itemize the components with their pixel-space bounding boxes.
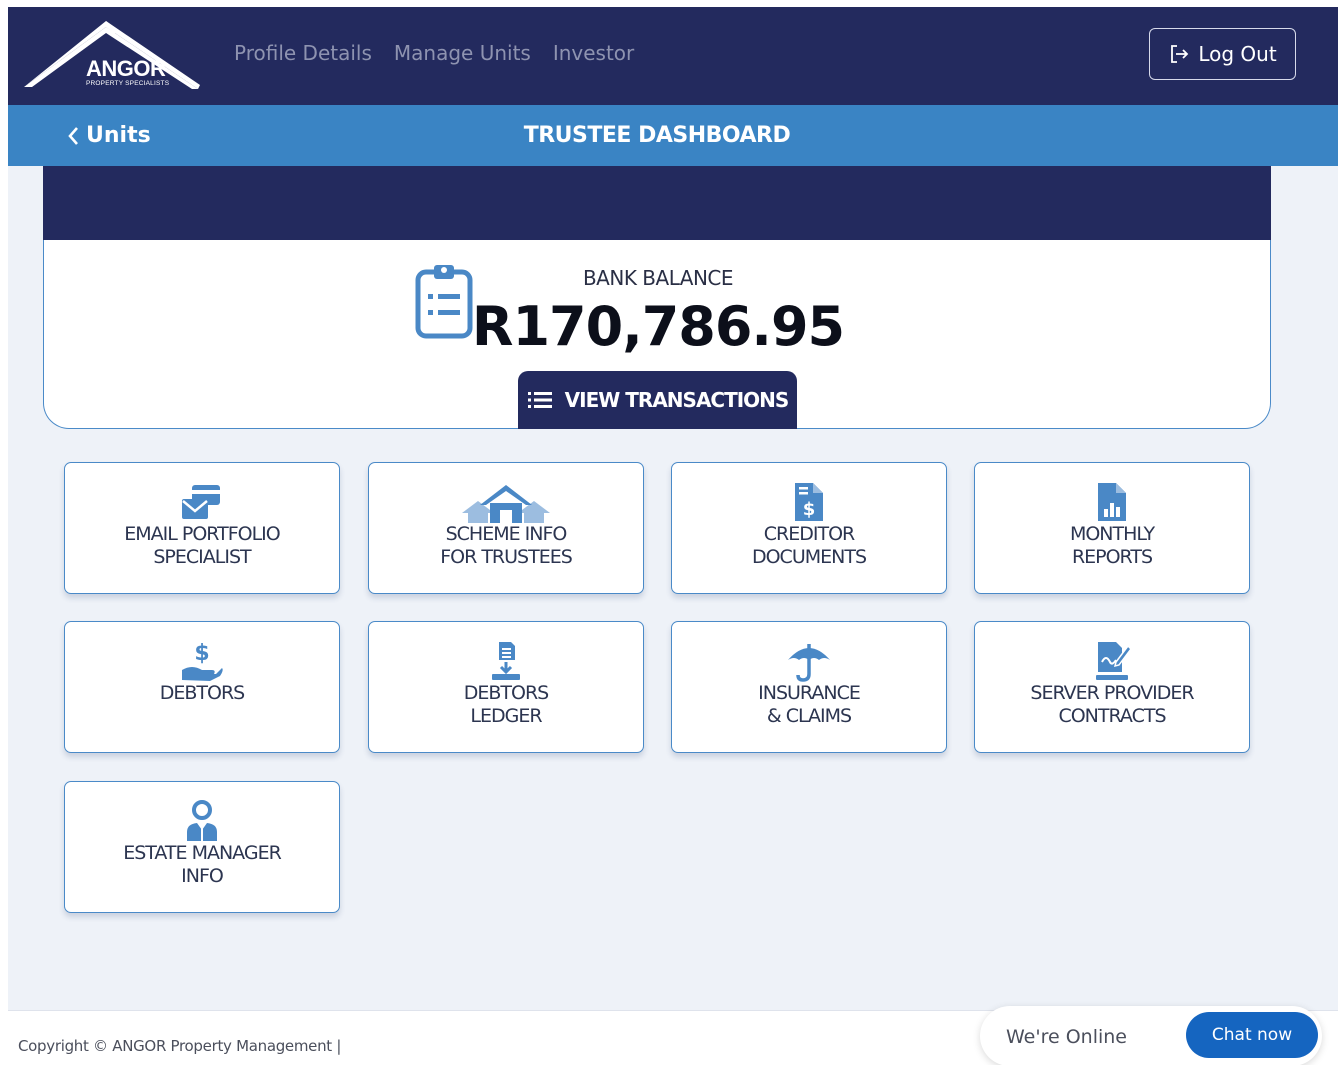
bank-balance-card: BANK BALANCE R170,786.95 VIEW TRANSACTIO…	[43, 240, 1271, 429]
tile-insurance-claims[interactable]: INSURANCE & CLAIMS	[671, 621, 947, 753]
top-navbar: ANGOR PROPERTY SPECIALISTS Profile Detai…	[8, 7, 1338, 105]
tile-label-line1: EMAIL PORTFOLIO	[124, 523, 281, 545]
svg-text:$: $	[803, 499, 816, 520]
tile-scheme-info-for-trustees[interactable]: SCHEME INFO FOR TRUSTEES	[368, 462, 644, 594]
view-transactions-button[interactable]: VIEW TRANSACTIONS	[518, 371, 797, 429]
main-nav: Profile Details Manage Units Investor	[234, 41, 634, 65]
logout-button[interactable]: Log Out	[1149, 28, 1296, 80]
tile-label-line2: SPECIALIST	[153, 546, 251, 568]
tile-debtors-ledger[interactable]: DEBTORS LEDGER	[368, 621, 644, 753]
contract-sign-icon	[1096, 642, 1132, 680]
tile-label-line1: INSURANCE	[758, 682, 861, 704]
sub-header: Units TRUSTEE DASHBOARD	[8, 105, 1338, 166]
logo-subtext: PROPERTY SPECIALISTS	[86, 80, 170, 87]
tile-label-line1: DEBTORS	[159, 682, 246, 704]
nav-manage-units[interactable]: Manage Units	[394, 41, 531, 65]
balance-card-band	[43, 166, 1271, 240]
tile-label-line1: CREDITOR	[763, 523, 855, 545]
umbrella-icon	[788, 644, 830, 682]
tile-label-line1: MONTHLY	[1069, 523, 1155, 545]
document-download-icon	[492, 642, 520, 680]
svg-text:$: $	[194, 641, 209, 666]
tile-label-line2: CONTRACTS	[1058, 705, 1166, 727]
tile-label-line1: SCHEME INFO	[445, 523, 568, 545]
tile-label-line2: LEDGER	[470, 705, 542, 727]
tile-label-line2: DOCUMENTS	[751, 546, 867, 568]
chart-document-icon	[1098, 483, 1126, 521]
tile-estate-manager-info[interactable]: ESTATE MANAGER INFO	[64, 781, 340, 913]
dollar-document-icon: $	[795, 483, 823, 521]
houses-icon	[462, 485, 550, 523]
tile-monthly-reports[interactable]: MONTHLY REPORTS	[974, 462, 1250, 594]
page-title: TRUSTEE DASHBOARD	[523, 123, 791, 148]
email-portfolio-icon	[182, 485, 220, 519]
list-icon	[527, 392, 552, 408]
nav-investor[interactable]: Investor	[553, 41, 634, 65]
tile-label-line1: DEBTORS	[463, 682, 550, 704]
tile-server-provider-contracts[interactable]: SERVER PROVIDER CONTRACTS	[974, 621, 1250, 753]
manager-person-icon	[187, 800, 217, 841]
live-chat-widget: We're Online Chat now	[980, 1006, 1322, 1065]
logo-text: ANGOR	[86, 56, 166, 81]
tile-label-line1: SERVER PROVIDER	[1030, 682, 1194, 704]
dashboard-page: ANGOR PROPERTY SPECIALISTS Profile Detai…	[8, 7, 1338, 1065]
tile-label-line1: ESTATE MANAGER	[123, 842, 282, 864]
logout-label: Log Out	[1198, 42, 1277, 66]
dollar-hand-icon: $	[182, 641, 223, 681]
chat-now-button[interactable]: Chat now	[1186, 1012, 1318, 1058]
angor-logo[interactable]: ANGOR PROPERTY SPECIALISTS	[22, 19, 204, 93]
bank-balance-label: BANK BALANCE	[582, 266, 734, 290]
copyright-text: Copyright © ANGOR Property Management |	[18, 1037, 342, 1055]
tile-label-line2: & CLAIMS	[766, 705, 852, 727]
tile-debtors[interactable]: $ DEBTORS	[64, 621, 340, 753]
logout-icon	[1171, 45, 1189, 63]
chat-status-text: We're Online	[1006, 1026, 1127, 1048]
view-transactions-label: VIEW TRANSACTIONS	[564, 388, 790, 412]
tile-creditor-documents[interactable]: $ CREDITOR DOCUMENTS	[671, 462, 947, 594]
bank-balance-value: R170,786.95	[471, 295, 845, 358]
tile-label-line2: REPORTS	[1071, 546, 1153, 568]
tile-label-line2: FOR TRUSTEES	[440, 546, 573, 568]
tile-email-portfolio-specialist[interactable]: EMAIL PORTFOLIO SPECIALIST	[64, 462, 340, 594]
nav-profile-details[interactable]: Profile Details	[234, 41, 372, 65]
tile-label-line2: INFO	[181, 865, 224, 887]
